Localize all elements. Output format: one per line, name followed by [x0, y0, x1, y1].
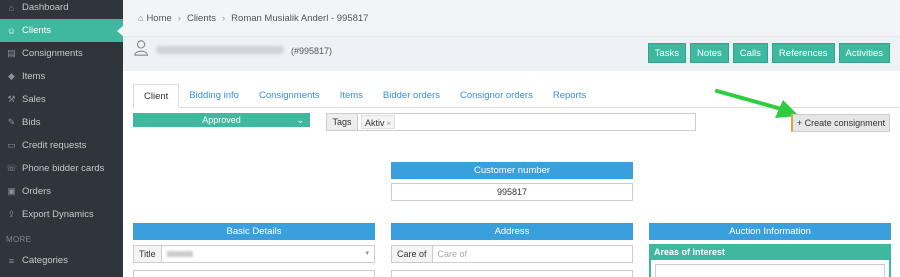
edit-icon: ✎	[7, 117, 16, 127]
sidebar-item-export-dynamics[interactable]: ⇪ Export Dynamics	[0, 203, 123, 226]
tab-bidding-info[interactable]: Bidding info	[179, 84, 249, 108]
auction-information-header: Auction Information	[649, 223, 891, 240]
notes-button[interactable]: Notes	[689, 43, 729, 63]
sidebar-item-label: Items	[22, 71, 46, 82]
breadcrumb-separator: ›	[177, 12, 181, 24]
users-icon: ☺	[6, 25, 17, 36]
areas-of-interest-header: Areas of interest	[649, 244, 891, 260]
activities-button[interactable]: Activities	[838, 43, 890, 63]
sidebar-item-label: Orders	[22, 186, 52, 197]
header-buttons: Tasks Notes Calls References Activities	[647, 43, 890, 63]
areas-of-interest-box	[649, 260, 891, 277]
tag-chip-label: Aktiv	[365, 118, 385, 128]
tasks-button[interactable]: Tasks	[647, 43, 686, 63]
sidebar-item-label: Consignments	[22, 48, 83, 59]
sidebar-item-label: Categories	[22, 255, 68, 266]
address-header: Address	[391, 223, 633, 240]
sidebar-section-label: MORE	[6, 235, 32, 244]
tab-items[interactable]: Items	[330, 84, 373, 108]
basic-details-header: Basic Details	[133, 223, 375, 240]
tab-bidder-orders[interactable]: Bidder orders	[373, 84, 450, 108]
customer-number-value: 995817	[391, 183, 633, 201]
sidebar-item-label: Clients	[22, 25, 52, 36]
client-id: (#995817)	[291, 46, 333, 56]
document-icon: ▤	[7, 48, 16, 58]
user-icon	[134, 40, 148, 56]
sidebar-item-label: Credit requests	[22, 140, 87, 151]
home-icon: ⌂	[138, 13, 144, 23]
care-of-input[interactable]: Care of	[433, 246, 632, 262]
customer-number-header: Customer number	[391, 162, 633, 179]
sidebar-item-label: Phone bidder cards	[22, 163, 105, 174]
categories-icon: ≡	[8, 255, 15, 266]
title-value-redacted	[166, 251, 193, 257]
box-icon: ▣	[7, 186, 16, 196]
export-icon: ⇪	[7, 209, 16, 219]
sidebar-item-label: Dashboard	[22, 2, 69, 13]
breadcrumb-current: Roman Musialik Anderl - 995817	[231, 12, 369, 24]
care-of-field[interactable]: Care of Care of	[391, 245, 633, 263]
tag-remove-icon[interactable]: ×	[387, 119, 392, 128]
basic-details-field[interactable]	[133, 270, 375, 277]
gavel-icon: ⚒	[7, 94, 16, 104]
sidebar-item-label: Bids	[22, 117, 41, 128]
breadcrumb-separator: ›	[222, 12, 226, 24]
sidebar-item-orders[interactable]: ▣ Orders	[0, 180, 123, 203]
sidebar: ⌂ Dashboard ☺ Clients ▤ Consignments ◆ Items ⚒ Sa…	[0, 0, 124, 277]
sidebar-item-label: Export Dynamics	[22, 209, 94, 220]
client-header: (#995817) Tasks Notes Calls References Activ…	[123, 36, 900, 71]
tab-client[interactable]: Client	[133, 84, 180, 108]
status-select[interactable]: Approved ⌄	[133, 113, 310, 127]
tags-label: Tags	[327, 114, 358, 130]
caret-down-icon: ▾	[365, 250, 369, 257]
title-field[interactable]: Title ▾	[133, 245, 375, 263]
credit-card-icon: ▭	[7, 140, 16, 150]
breadcrumb-home[interactable]: Home	[146, 13, 171, 24]
status-value: Approved	[202, 115, 241, 125]
breadcrumb-clients[interactable]: Clients	[187, 13, 216, 24]
sidebar-item-phone-bidder-cards[interactable]: ☏ Phone bidder cards	[0, 157, 123, 180]
tab-consignor-orders[interactable]: Consignor orders	[450, 84, 543, 108]
tab-consignments[interactable]: Consignments	[249, 84, 330, 108]
sidebar-item-credit-requests[interactable]: ▭ Credit requests	[0, 134, 123, 157]
create-consignment-button[interactable]: + Create consignment	[791, 114, 890, 132]
green-arrow-annotation	[715, 89, 799, 118]
chevron-down-icon: ⌄	[296, 115, 304, 125]
title-label: Title	[134, 246, 162, 262]
sidebar-item-label: Sales	[22, 94, 46, 105]
tag-chip: Aktiv ×	[361, 115, 396, 129]
main-content: ⌂ Home › Clients › Roman Musialik Anderl…	[123, 0, 900, 277]
areas-of-interest-input[interactable]	[655, 264, 885, 277]
sidebar-item-categories[interactable]: ≡ Categories	[0, 249, 123, 272]
references-button[interactable]: References	[771, 43, 835, 63]
sidebar-item-clients[interactable]: ☺ Clients	[0, 19, 124, 42]
sidebar-item-sales[interactable]: ⚒ Sales	[0, 88, 123, 111]
care-of-label: Care of	[392, 246, 433, 262]
home-icon: ⌂	[8, 2, 15, 13]
address-field[interactable]	[391, 270, 633, 277]
sidebar-item-bids[interactable]: ✎ Bids	[0, 111, 123, 134]
breadcrumb: ⌂ Home › Clients › Roman Musialik Anderl…	[123, 0, 900, 36]
sidebar-item-consignments[interactable]: ▤ Consignments	[0, 42, 123, 65]
phone-icon: ☏	[5, 163, 18, 173]
calls-button[interactable]: Calls	[732, 43, 768, 63]
client-name-redacted	[156, 46, 284, 54]
sidebar-item-items[interactable]: ◆ Items	[0, 65, 123, 88]
tag-icon: ◆	[8, 71, 15, 81]
tags-field[interactable]: Tags Aktiv ×	[326, 113, 696, 131]
tab-reports[interactable]: Reports	[543, 84, 596, 108]
sidebar-item-dashboard[interactable]: ⌂ Dashboard	[0, 0, 123, 19]
